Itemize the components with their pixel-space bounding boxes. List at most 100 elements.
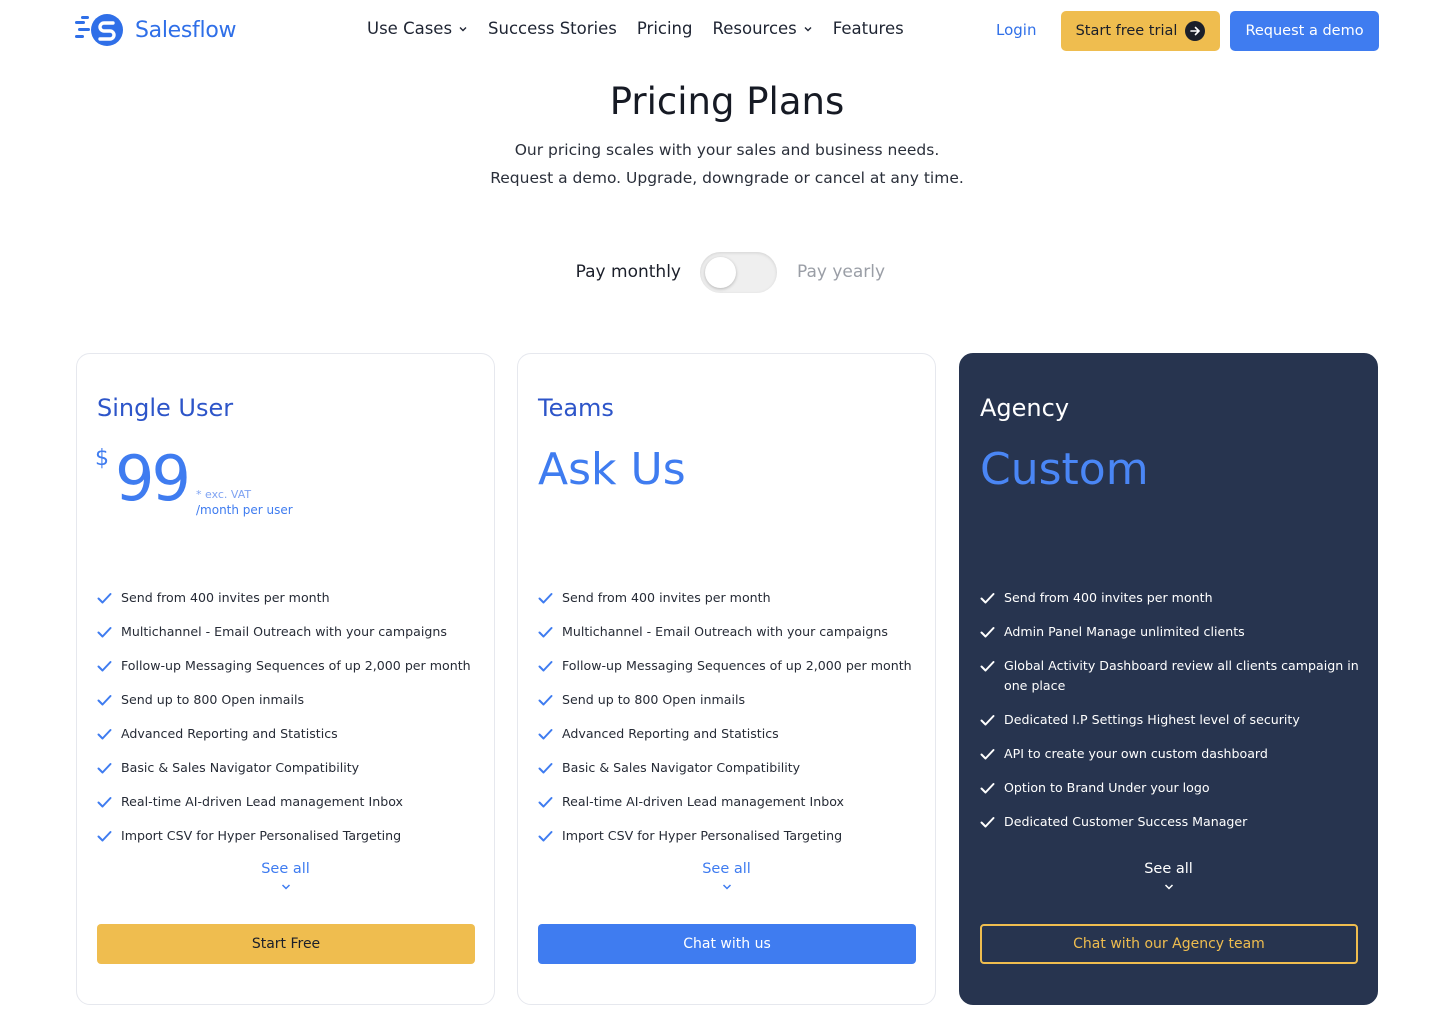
feature-text: Advanced Reporting and Statistics	[121, 726, 338, 741]
feature-text: Follow-up Messaging Sequences of up 2,00…	[562, 658, 912, 673]
feature-text: Option to Brand Under your logo	[1004, 780, 1210, 795]
check-icon	[980, 783, 995, 794]
chevron-down-icon	[1164, 884, 1173, 890]
nav-success-stories[interactable]: Success Stories	[488, 19, 617, 38]
nav-label: Success Stories	[488, 19, 617, 38]
billing-toggle-row: Pay monthly Pay yearly	[0, 252, 1454, 294]
feature-list: Send from 400 invites per month Admin Pan…	[979, 588, 1364, 846]
feature-text: Multichannel - Email Outreach with your …	[562, 624, 888, 639]
see-all-label: See all	[1144, 861, 1193, 877]
switch-knob	[705, 257, 736, 288]
see-all-link[interactable]: See all	[77, 861, 494, 893]
feature-item: Advanced Reporting and Statistics	[537, 724, 922, 744]
plan-card-agency: Agency Custom Send from 400 invites per …	[959, 353, 1378, 1005]
feature-list: Send from 400 invites per month Multichan…	[537, 588, 922, 860]
feature-text: Send from 400 invites per month	[1004, 590, 1213, 605]
check-icon	[97, 831, 112, 842]
see-all-label: See all	[702, 861, 751, 877]
nav-use-cases[interactable]: Use Cases	[367, 19, 468, 38]
feature-item: Send up to 800 Open inmails	[537, 690, 922, 710]
request-demo-button[interactable]: Request a demo	[1230, 11, 1379, 51]
nav-pricing[interactable]: Pricing	[637, 19, 693, 38]
price-vat-note: * exc. VAT	[196, 488, 252, 501]
chevron-down-icon	[722, 884, 731, 890]
check-icon	[97, 797, 112, 808]
feature-text: Dedicated I.P Settings Highest level of …	[1004, 712, 1300, 727]
feature-item: Dedicated I.P Settings Highest level of …	[979, 710, 1364, 730]
plan-name: Agency	[980, 394, 1070, 422]
brand-name: Salesflow	[135, 17, 237, 43]
feature-text: Follow-up Messaging Sequences of up 2,00…	[121, 658, 471, 673]
check-icon	[538, 797, 553, 808]
pay-monthly-label[interactable]: Pay monthly	[576, 262, 681, 282]
arrow-right-icon	[1185, 21, 1206, 41]
feature-item: Admin Panel Manage unlimited clients	[979, 622, 1364, 642]
chevron-down-icon	[804, 26, 812, 31]
start-free-button[interactable]: Start Free	[97, 924, 475, 964]
page-title: Pricing Plans	[609, 80, 845, 123]
check-icon	[980, 817, 995, 828]
plan-price: Custom	[980, 444, 1149, 495]
feature-item: Dedicated Customer Success Manager	[979, 812, 1364, 832]
feature-item: Follow-up Messaging Sequences of up 2,00…	[96, 656, 481, 676]
chat-with-us-button[interactable]: Chat with us	[538, 924, 916, 964]
chat-with-agency-team-button[interactable]: Chat with our Agency team	[980, 924, 1358, 964]
check-icon	[980, 661, 995, 672]
check-icon	[980, 627, 995, 638]
feature-text: Real-time AI-driven Lead management Inbo…	[562, 794, 844, 809]
feature-text: Send up to 800 Open inmails	[121, 692, 305, 707]
feature-item: Real-time AI-driven Lead management Inbo…	[537, 792, 922, 812]
nav-resources[interactable]: Resources	[713, 19, 813, 38]
salesflow-logo-icon	[75, 14, 123, 46]
page-subtitle-line-1: Our pricing scales with your sales and b…	[514, 141, 940, 159]
check-icon	[97, 763, 112, 774]
check-icon	[980, 749, 995, 760]
feature-text: Global Activity Dashboard review all cli…	[1004, 658, 1359, 693]
nav-features[interactable]: Features	[833, 19, 904, 38]
chevron-down-icon	[281, 884, 290, 890]
feature-text: Dedicated Customer Success Manager	[1004, 814, 1248, 829]
start-free-trial-button[interactable]: Start free trial	[1061, 11, 1220, 51]
nav-label: Use Cases	[367, 19, 453, 38]
feature-item: Option to Brand Under your logo	[979, 778, 1364, 798]
check-icon	[538, 661, 553, 672]
check-icon	[538, 627, 553, 638]
see-all-label: See all	[261, 861, 310, 877]
check-icon	[538, 763, 553, 774]
feature-item: Import CSV for Hyper Personalised Target…	[537, 826, 922, 846]
feature-item: Follow-up Messaging Sequences of up 2,00…	[537, 656, 922, 676]
plan-card-teams: Teams Ask Us Send from 400 invites per m…	[517, 353, 936, 1005]
plan-card-single-user: Single User $ 99 * exc. VAT /month per u…	[76, 353, 495, 1005]
pay-yearly-label[interactable]: Pay yearly	[797, 262, 885, 282]
nav-label: Pricing	[636, 19, 693, 38]
main-nav: Use Cases Success Stories Pricing Resour…	[367, 19, 904, 38]
check-icon	[538, 729, 553, 740]
feature-list: Send from 400 invites per month Multichan…	[96, 588, 481, 860]
feature-text: Admin Panel Manage unlimited clients	[1004, 624, 1245, 639]
check-icon	[97, 661, 112, 672]
feature-text: Send from 400 invites per month	[121, 590, 330, 605]
page-subtitle-line-2: Request a demo. Upgrade, downgrade or ca…	[490, 169, 964, 187]
login-link[interactable]: Login	[996, 21, 1036, 39]
check-icon	[538, 831, 553, 842]
brand-logo[interactable]: Salesflow	[75, 12, 236, 48]
price-period: /month per user	[196, 503, 293, 517]
feature-item: Send from 400 invites per month	[537, 588, 922, 608]
feature-text: Advanced Reporting and Statistics	[562, 726, 779, 741]
feature-text: Import CSV for Hyper Personalised Target…	[121, 828, 402, 843]
feature-item: Send from 400 invites per month	[96, 588, 481, 608]
feature-text: Send up to 800 Open inmails	[562, 692, 746, 707]
feature-item: API to create your own custom dashboard	[979, 744, 1364, 764]
billing-period-switch[interactable]	[700, 252, 777, 293]
trial-button-label: Start free trial	[1075, 23, 1178, 39]
see-all-link[interactable]: See all	[518, 861, 935, 893]
chevron-down-icon	[459, 26, 467, 31]
plan-price: Ask Us	[538, 444, 686, 495]
check-icon	[538, 593, 553, 604]
plan-name: Teams	[538, 394, 614, 422]
see-all-link[interactable]: See all	[960, 861, 1377, 893]
plan-name: Single User	[97, 394, 234, 422]
feature-item: Advanced Reporting and Statistics	[96, 724, 481, 744]
feature-item: Basic & Sales Navigator Compatibility	[96, 758, 481, 778]
feature-item: Real-time AI-driven Lead management Inbo…	[96, 792, 481, 812]
